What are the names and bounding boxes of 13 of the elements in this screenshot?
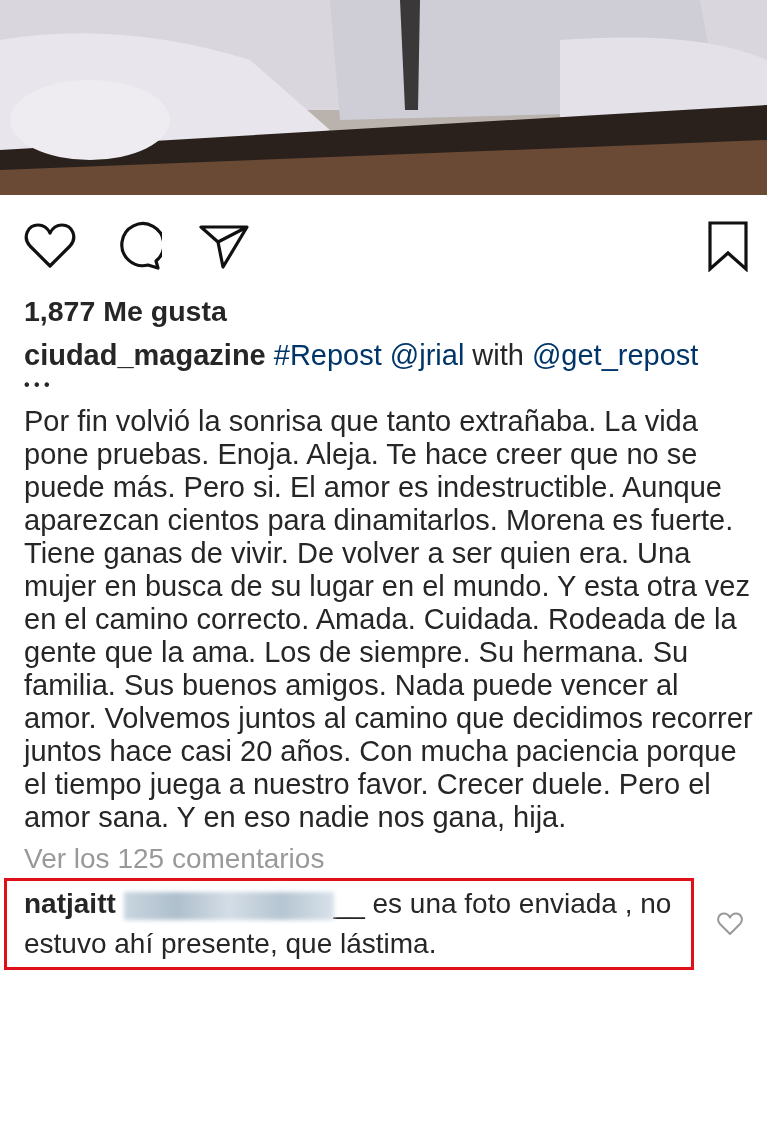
- heart-icon[interactable]: [24, 222, 76, 270]
- username-link[interactable]: natjaitt: [24, 888, 116, 919]
- caption-text: Por fin volvió la sonrisa que tanto extrañaba. La vida pone pruebas. Enoja. Aleja. Te hace creer que no se puede más. Pero si. El amor es indestructible. Aunque aparezcan cientos para dinamitarlos. Morena es fuerte. Tiene ganas de vivir. De volver a ser quien era. Una mujer en busca de su lugar en el mundo. Y esta otra vez en el camino correcto. Amada. Cuidada. Rodeada de la gente que la ama. Los de siempre. Su hermana. Su familia. Sus buenos amigos. Nada puede vencer al amor. Volvemos juntos al camino que decidimos recorrer juntos hace casi 20 años. Con mucha paciencia porque el tiempo juega a nuestro favor. Crecer duele. Pero el amor sana. Y en eso nadie nos gana, hija.: [24, 405, 754, 834]
- more-dots[interactable]: • • •: [24, 375, 743, 395]
- tag-link[interactable]: #Repost: [273, 335, 382, 375]
- username-link[interactable]: ciudad_magazine: [24, 335, 266, 375]
- like-count: 1,877 Me gusta: [24, 294, 228, 329]
- comment-text: natjaitt __ es una foto enviada , no estuvo ahí presente, que lástima.: [24, 887, 673, 961]
- bookmark-icon[interactable]: [707, 220, 749, 272]
- send-icon[interactable]: [198, 222, 250, 270]
- tag-link[interactable]: @get_repost: [531, 335, 699, 375]
- caption-word: with: [472, 338, 524, 373]
- tag-link[interactable]: @jrial: [389, 335, 465, 375]
